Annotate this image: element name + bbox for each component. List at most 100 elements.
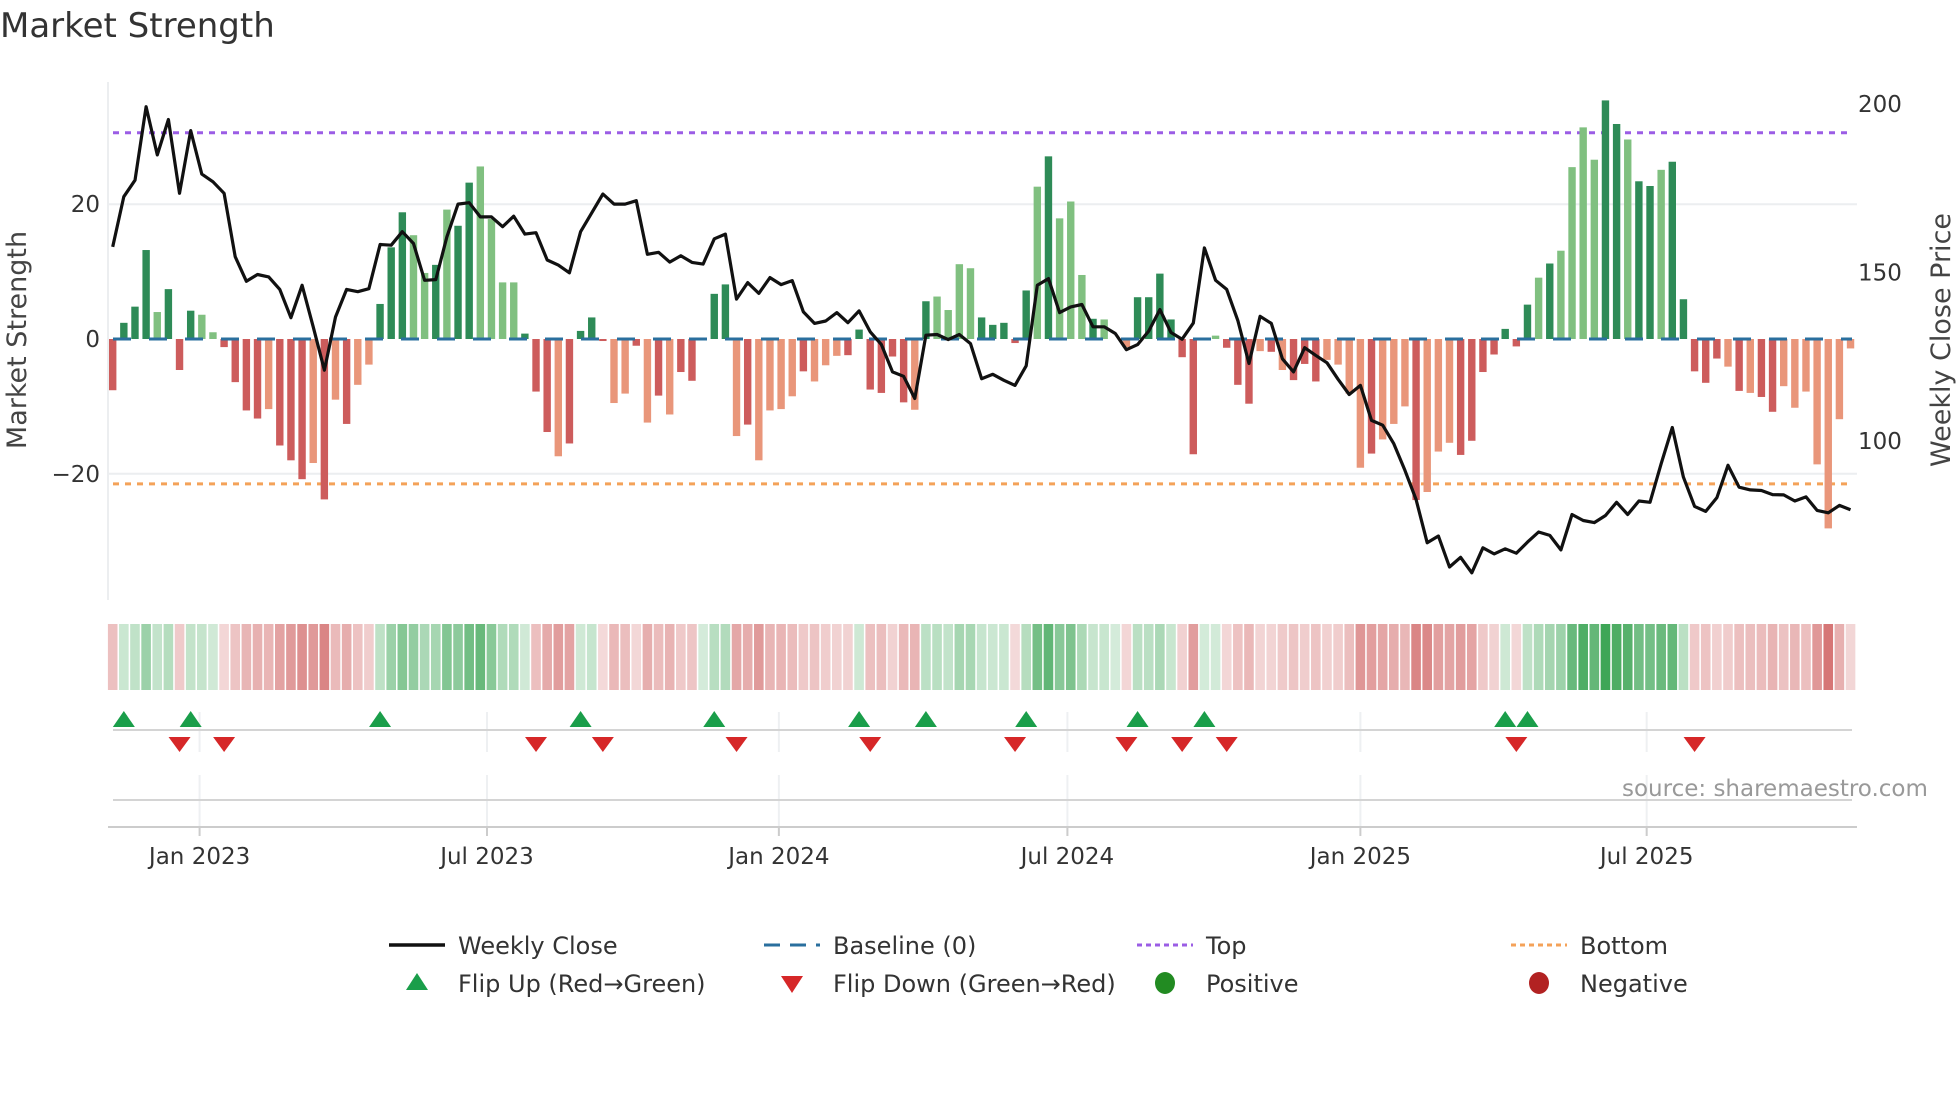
- strength-bar: [1690, 339, 1699, 372]
- strength-bar: [899, 339, 908, 403]
- strength-bar: [888, 339, 897, 357]
- strength-cell: [731, 624, 742, 690]
- strength-cell: [1678, 624, 1689, 690]
- strength-bar: [1434, 339, 1443, 452]
- strength-cell: [698, 624, 708, 690]
- strength-bar: [777, 339, 785, 410]
- strength-bar: [287, 339, 295, 461]
- x-tick-label: Jan 2023: [147, 844, 250, 870]
- market-strength-chart: 200−20200150100Market Strength Weekly Clo…: [2, 82, 1957, 998]
- flip-down-marker: [1004, 737, 1027, 752]
- strength-cell: [631, 624, 642, 690]
- strength-cell: [1210, 624, 1221, 690]
- strength-bar: [1668, 161, 1676, 339]
- strength-cell: [130, 624, 140, 690]
- strength-bar: [365, 339, 373, 365]
- x-tick-label: Jul 2025: [1598, 844, 1694, 870]
- strength-cell: [141, 624, 151, 690]
- strength-bar: [1702, 339, 1710, 383]
- strength-bar: [510, 282, 518, 339]
- strength-cell: [1433, 624, 1444, 690]
- legend-label: Flip Down (Green→Red): [833, 970, 1116, 998]
- flip-down-marker: [1683, 737, 1706, 752]
- y-axis-label: Market Strength: [2, 231, 33, 449]
- strength-cell: [776, 624, 786, 690]
- strength-cell: [1255, 624, 1265, 690]
- strength-cell: [1389, 624, 1399, 690]
- strength-cell: [1689, 624, 1700, 690]
- legend-label: Negative: [1580, 970, 1688, 998]
- strength-bar: [1780, 339, 1788, 387]
- strength-bar: [944, 310, 952, 339]
- strength-cell: [1812, 624, 1822, 690]
- strength-cell: [1700, 624, 1711, 690]
- strength-bar: [1724, 339, 1732, 367]
- strength-cell: [475, 624, 486, 690]
- strength-cell: [1444, 624, 1455, 690]
- flip-down-marker: [591, 737, 614, 752]
- strength-cell: [1767, 624, 1778, 690]
- strength-bar: [688, 339, 696, 381]
- strength-bar: [565, 339, 574, 444]
- strength-cell: [1221, 624, 1232, 690]
- strength-cell: [1567, 624, 1577, 690]
- strength-cell: [709, 624, 720, 690]
- flip-down-marker: [725, 737, 748, 752]
- strength-cell: [1322, 624, 1332, 690]
- strength-bar: [1468, 339, 1476, 441]
- x-tick-label: Jan 2025: [1308, 844, 1411, 870]
- x-tick-label: Jul 2024: [1019, 844, 1115, 870]
- strength-cell: [898, 624, 909, 690]
- strength-cell: [1121, 624, 1132, 690]
- strength-cell: [1834, 624, 1845, 690]
- strength-bar: [543, 339, 551, 433]
- flip-up-marker: [112, 711, 135, 727]
- strength-bar: [1624, 139, 1632, 339]
- strength-bar: [142, 250, 150, 339]
- strength-cell: [653, 624, 664, 690]
- strength-cell: [943, 624, 953, 690]
- strength-bar: [120, 322, 128, 339]
- strength-bar: [1813, 339, 1821, 465]
- strength-bar: [821, 339, 830, 366]
- strength-cell: [1032, 624, 1043, 690]
- strength-bar: [242, 339, 251, 411]
- strength-cell: [1355, 624, 1366, 690]
- strength-cell: [1010, 624, 1020, 690]
- strength-bar: [677, 339, 685, 373]
- legend-label: Top: [1205, 932, 1247, 960]
- strength-heat-strip: [107, 624, 1856, 690]
- strength-cell: [1756, 624, 1767, 690]
- strength-cell: [1556, 624, 1566, 690]
- strength-cell: [1077, 624, 1087, 690]
- strength-cell: [876, 624, 887, 690]
- strength-cell: [330, 624, 341, 690]
- flip-down-marker: [1171, 737, 1194, 752]
- strength-cell: [1155, 624, 1165, 690]
- strength-cell: [887, 624, 898, 690]
- strength-cell: [1533, 624, 1544, 690]
- flip-up-marker: [179, 711, 202, 727]
- strength-bar: [732, 339, 741, 437]
- strength-bar: [1479, 339, 1487, 373]
- strength-bar: [1256, 339, 1264, 352]
- flip-up-marker: [848, 711, 871, 727]
- strength-bar: [1534, 277, 1543, 339]
- strength-bar: [253, 339, 262, 419]
- strength-bar: [1546, 263, 1554, 339]
- strength-cell: [909, 624, 920, 690]
- strength-cell: [1344, 624, 1355, 690]
- strength-cell: [152, 624, 163, 690]
- strength-bar: [276, 339, 284, 446]
- strength-cell: [1233, 624, 1243, 690]
- strength-cell: [1166, 624, 1176, 690]
- strength-cell: [386, 624, 396, 690]
- strength-cell: [1478, 624, 1488, 690]
- strength-cell: [430, 624, 441, 690]
- strength-bar: [109, 339, 117, 391]
- strength-bar: [1289, 339, 1298, 381]
- strength-bar: [1757, 339, 1766, 397]
- strength-bar: [1646, 186, 1654, 339]
- strength-bar: [1523, 304, 1532, 339]
- strength-cell: [308, 624, 319, 690]
